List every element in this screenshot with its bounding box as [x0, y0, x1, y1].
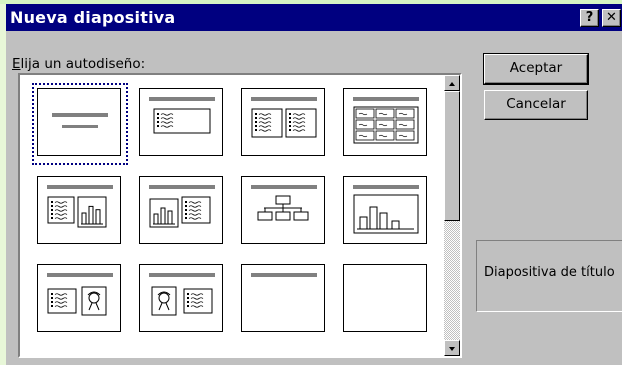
layout-option-text-and-clip-art[interactable] [32, 259, 128, 341]
close-button[interactable]: ✕ [602, 9, 621, 27]
chart-layout-icon [353, 185, 419, 234]
layout-option-chart-and-text[interactable] [134, 171, 230, 253]
chart-and-text-layout-icon [149, 185, 215, 228]
two-column-text-layout-icon [251, 97, 317, 138]
layout-preview-panel: Diapositiva de título [476, 240, 622, 312]
ok-button[interactable]: Aceptar [483, 53, 589, 85]
layout-thumbnail [343, 176, 427, 244]
layout-thumbnail [241, 264, 325, 332]
blank-layout-icon [344, 265, 428, 333]
layout-option-title[interactable] [32, 83, 128, 165]
text-and-clip-art-layout-icon [47, 273, 113, 316]
layout-thumbnail [139, 88, 223, 156]
bulleted-list-layout-icon [149, 97, 215, 134]
layout-prompt: Elija un autodiseño: [12, 56, 146, 72]
layout-thumbnail [37, 88, 121, 156]
scroll-thumb[interactable] [444, 91, 460, 221]
dialog-title: Nueva diapositiva [10, 8, 176, 27]
title-only-layout-icon [251, 273, 317, 277]
vertical-scrollbar[interactable] [444, 75, 460, 356]
title-bar: Nueva diapositiva ? ✕ [6, 4, 622, 31]
layout-thumbnail [343, 264, 427, 332]
layout-listbox[interactable] [18, 73, 462, 358]
layout-thumbnail [241, 176, 325, 244]
layout-thumbnail [139, 176, 223, 244]
layout-option-bulleted-list[interactable] [134, 83, 230, 165]
layout-thumbnail [343, 88, 427, 156]
triangle-down-icon [449, 347, 455, 351]
scroll-down-button[interactable] [444, 340, 460, 356]
clip-art-and-text-layout-icon [149, 273, 215, 316]
layout-option-organization-chart[interactable] [236, 171, 332, 253]
layout-thumbnail [241, 88, 325, 156]
title-layout-icon [52, 113, 108, 128]
organization-chart-layout-icon [251, 185, 317, 221]
layout-option-title-only[interactable] [236, 259, 332, 341]
layout-option-text-and-chart[interactable] [32, 171, 128, 253]
layout-thumbnail [139, 264, 223, 332]
layout-option-two-column-text[interactable] [236, 83, 332, 165]
layout-option-chart[interactable] [338, 171, 434, 253]
layout-thumbnail [37, 176, 121, 244]
help-button[interactable]: ? [580, 9, 599, 27]
layout-option-clip-art-and-text[interactable] [134, 259, 230, 341]
layout-option-blank[interactable] [338, 259, 434, 341]
cancel-button[interactable]: Cancelar [484, 90, 588, 120]
new-slide-dialog: Nueva diapositiva ? ✕ Elija un autodiseñ… [6, 4, 622, 365]
table-layout-icon [353, 97, 419, 144]
layout-name: Diapositiva de título [484, 265, 615, 280]
layout-option-table[interactable] [338, 83, 434, 165]
triangle-up-icon [449, 82, 455, 86]
text-and-chart-layout-icon [47, 185, 113, 228]
scroll-up-button[interactable] [444, 75, 460, 91]
layout-thumbnail [37, 264, 121, 332]
